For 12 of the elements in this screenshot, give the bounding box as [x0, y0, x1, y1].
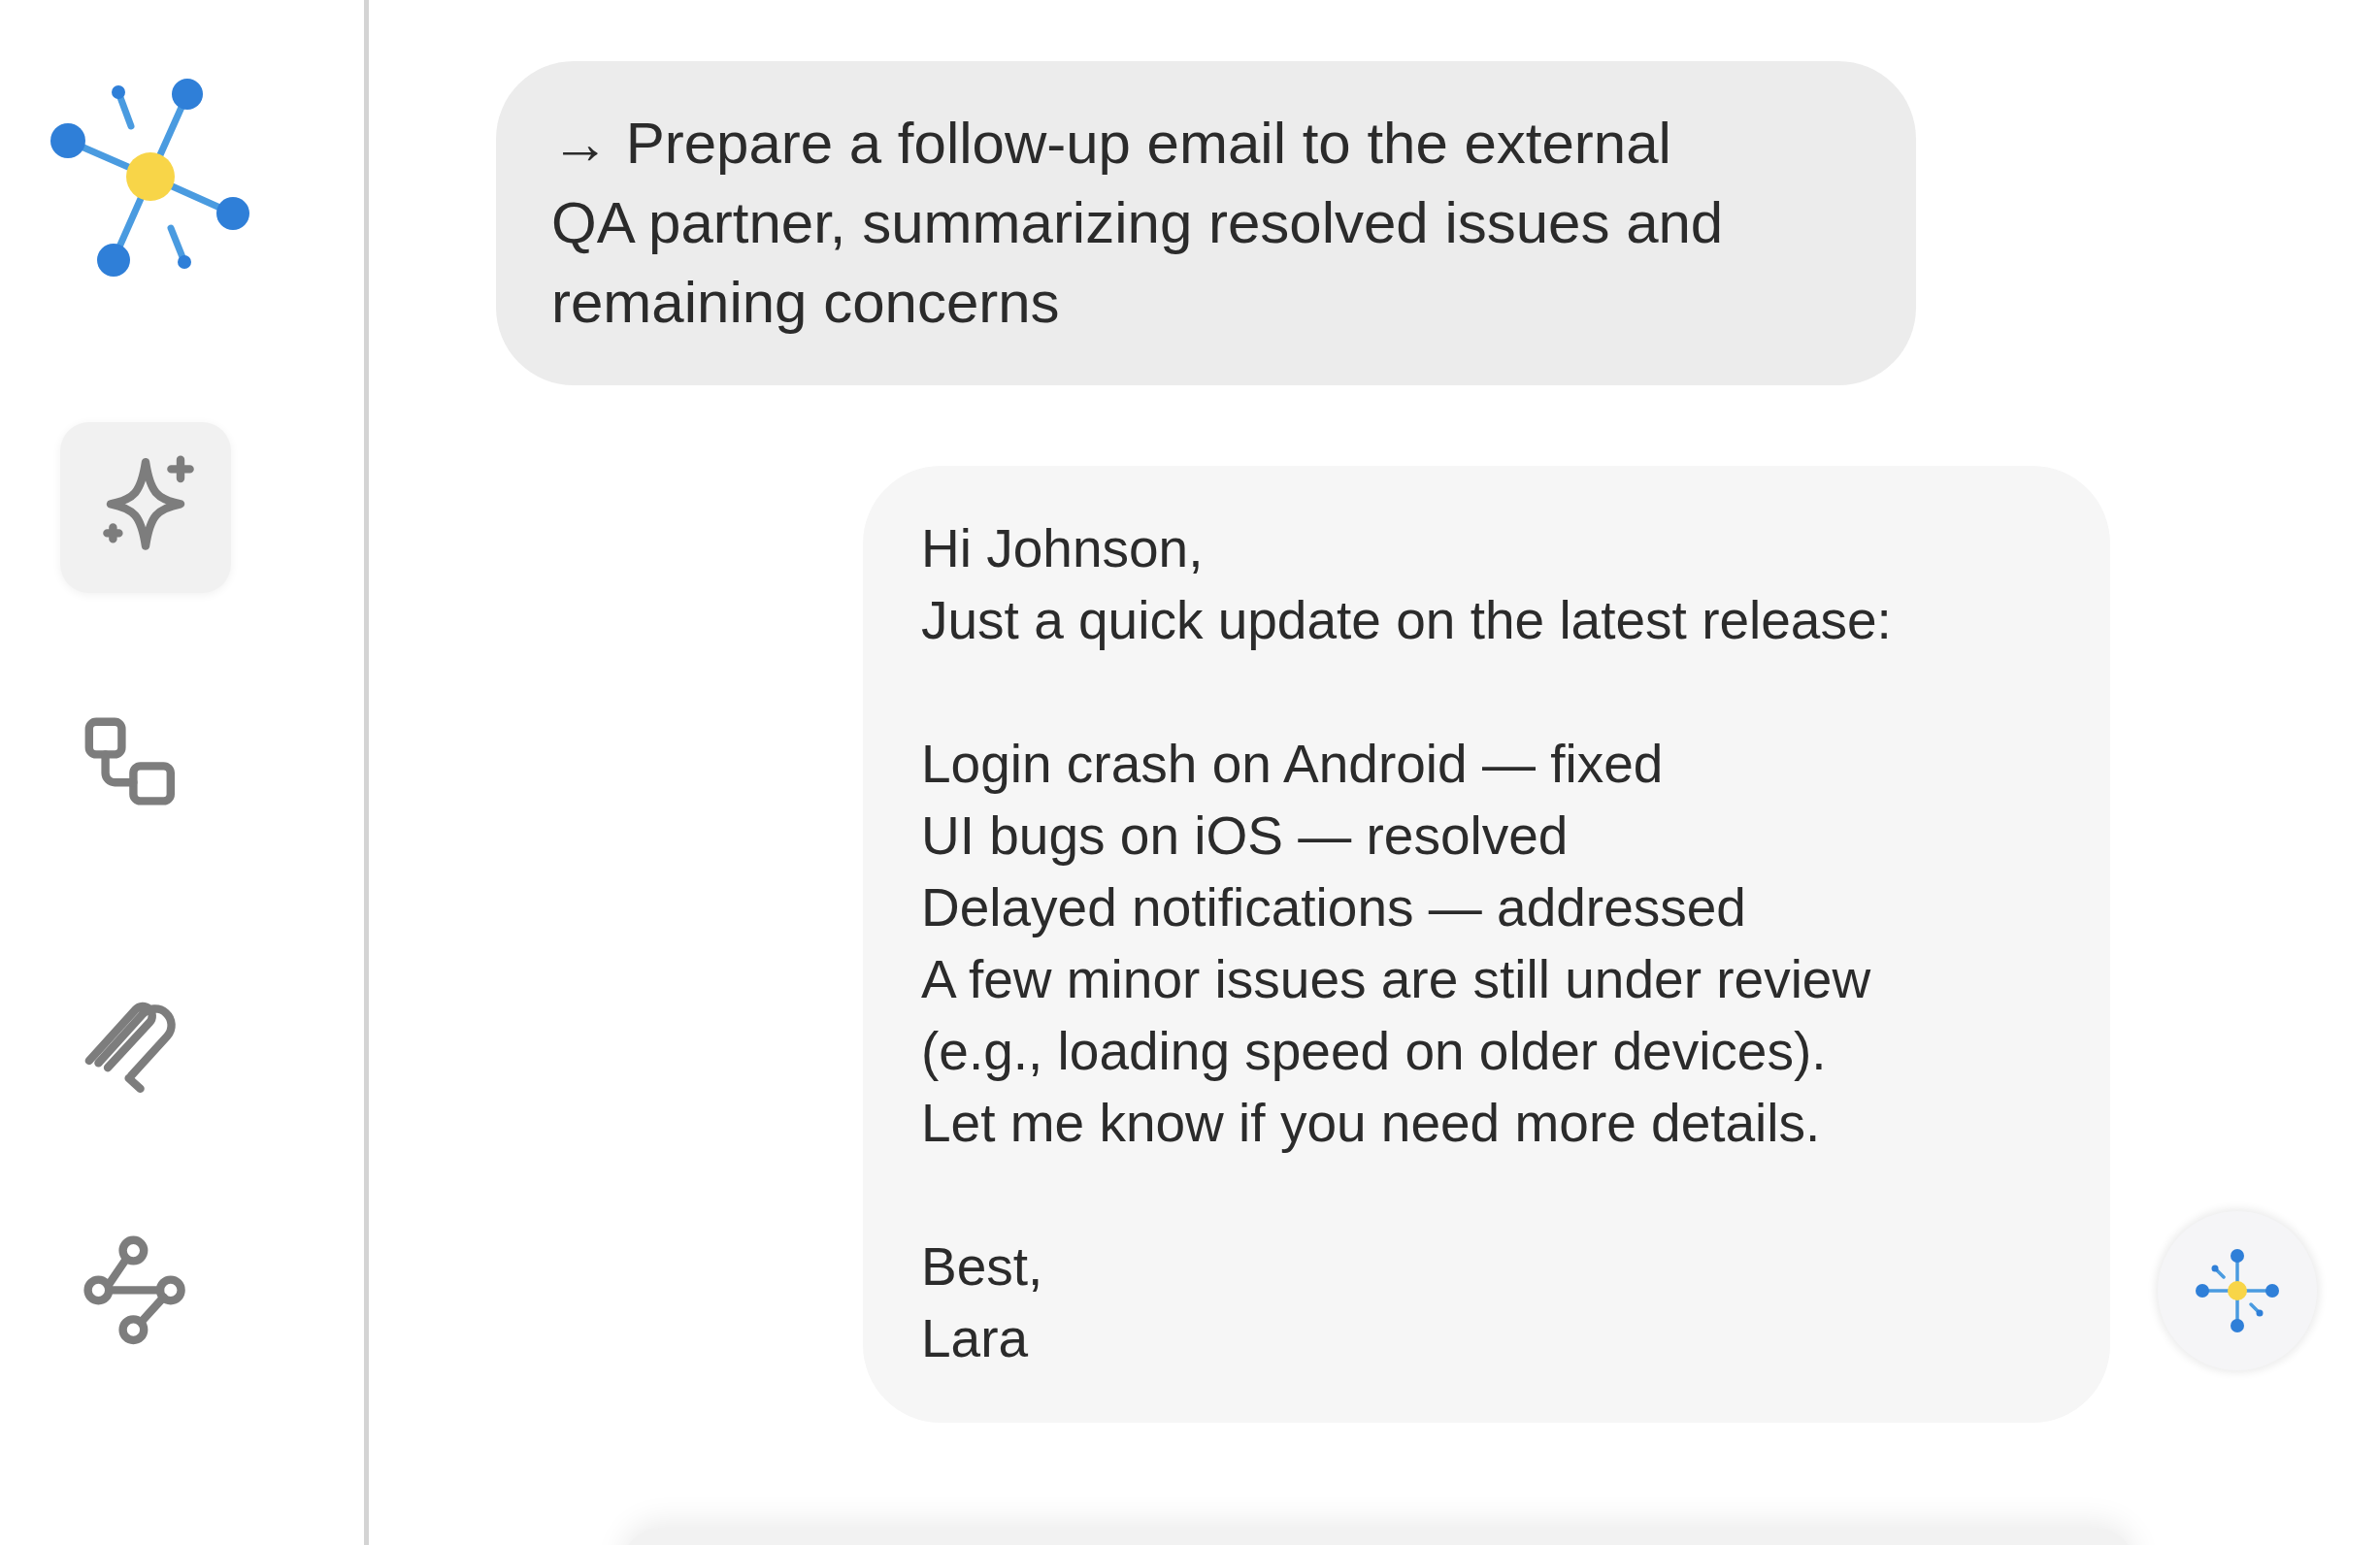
- email-line: Let me know if you need more details.: [921, 1092, 1822, 1155]
- email-line: A few minor issues are still under review: [921, 948, 1872, 1011]
- email-line: Lara: [921, 1307, 1030, 1370]
- email-line: Delayed notifications — addressed: [921, 876, 1747, 939]
- nav-button[interactable]: [60, 422, 231, 593]
- user-message: → Prepare a follow-up email to the external QA partner, summarizing resolved issues and remaining concerns: [496, 61, 1916, 385]
- email-line: (e.g., loading speed on older devices).: [921, 1020, 1828, 1083]
- email-line: Just a quick update on the latest release:: [921, 589, 1893, 652]
- email-line: Hi Johnson,: [921, 517, 1205, 580]
- email-line: Best,: [921, 1235, 1044, 1298]
- email-line: Login crash on Android — fixed: [921, 733, 1665, 796]
- email-line: UI bugs on iOS — resolved: [921, 805, 1570, 868]
